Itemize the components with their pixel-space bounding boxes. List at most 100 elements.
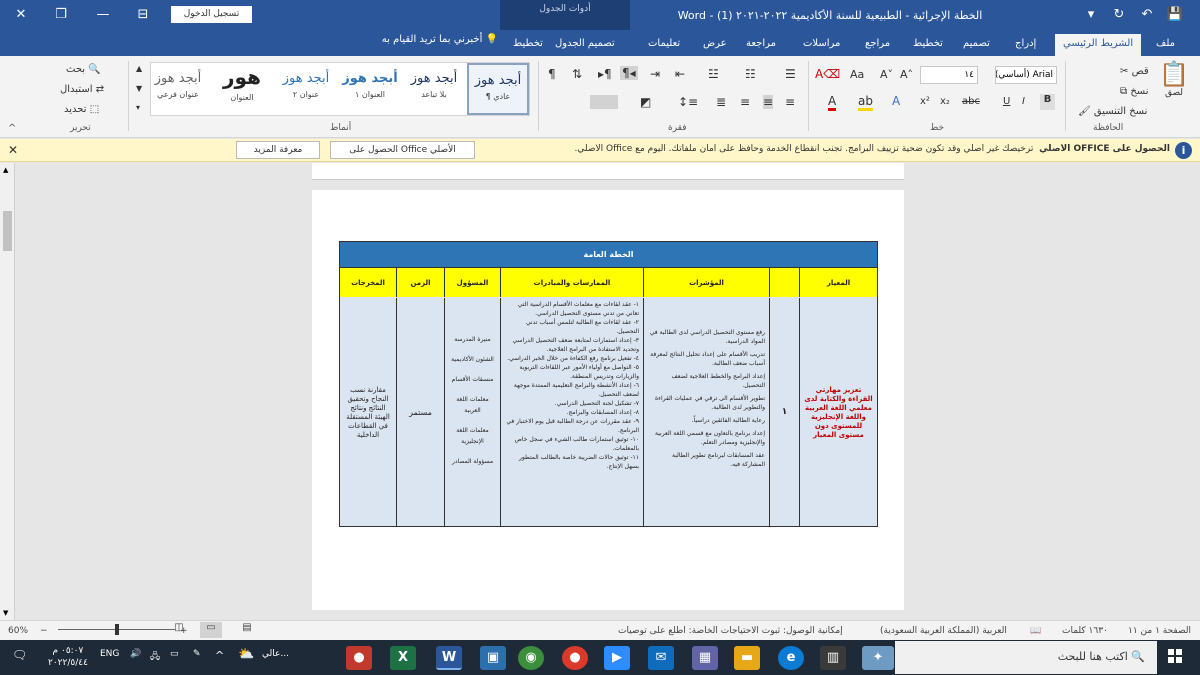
speaker-icon[interactable]: 🔊 (130, 649, 141, 659)
customize-qat-icon[interactable]: ▾ (1080, 5, 1102, 25)
tab-table-design[interactable]: تصميم الجدول (547, 34, 623, 56)
copy-button[interactable]: ⧉ نسخ (1120, 86, 1149, 97)
borders-icon[interactable] (590, 95, 618, 109)
zoom-app-icon[interactable]: ▶ (604, 646, 630, 670)
change-case-icon[interactable]: Aa (850, 68, 864, 81)
tab-file[interactable]: ملف (1148, 34, 1183, 56)
align-left-icon[interactable]: ≡ (785, 95, 795, 109)
ribbon-display-options-icon[interactable]: ⊟ (132, 5, 154, 25)
ltr-direction-icon[interactable]: ▸¶ (598, 67, 612, 81)
shading-icon[interactable]: ◩ (640, 95, 651, 109)
scroll-up-icon[interactable]: ▲ (3, 166, 8, 174)
read-mode-icon[interactable]: ▤ (236, 622, 258, 638)
task-view-icon[interactable]: ▥ (820, 646, 846, 670)
windows-start-icon[interactable] (1162, 645, 1188, 671)
font-name-select[interactable]: Arial (أساسي) (995, 66, 1057, 84)
taskbar-search-box[interactable]: 🔍 اكتب هنا للبحث (895, 641, 1157, 674)
close-icon[interactable]: ✕ (10, 5, 32, 25)
mail-icon[interactable]: ✉ (648, 646, 674, 670)
print-layout-icon[interactable]: ▭ (200, 622, 222, 638)
photos-icon[interactable]: ▣ (480, 646, 506, 670)
clear-formatting-icon[interactable]: A⌫ (815, 67, 840, 81)
tell-me-box[interactable]: 💡 أخبرني بما تريد القيام به (358, 34, 498, 45)
paste-button[interactable]: 📋 لصق (1157, 60, 1191, 116)
scroll-down-icon[interactable]: ▼ (3, 609, 8, 617)
tab-review[interactable]: مراجعة (738, 34, 784, 56)
select-button[interactable]: تحديد ⬚ (64, 104, 99, 115)
close-icon[interactable]: ✕ (8, 143, 18, 157)
tab-table-layout[interactable]: تخطيط (505, 34, 551, 56)
decrease-indent-icon[interactable]: ⇤ (675, 67, 685, 81)
proofing-icon[interactable]: 📖 (1030, 626, 1041, 636)
tab-view[interactable]: عرض (695, 34, 735, 56)
style-normal[interactable]: أبجد هوز ¶ عادي (467, 63, 529, 115)
tab-home[interactable]: الشريط الرئيسي (1055, 34, 1142, 56)
underline-button[interactable]: U (1003, 96, 1010, 107)
tab-design[interactable]: تصميم (955, 34, 998, 56)
cut-button[interactable]: ✂ قص (1120, 66, 1149, 77)
zoom-slider-thumb[interactable] (115, 624, 119, 635)
store-icon[interactable]: ▦ (692, 646, 718, 670)
tab-references[interactable]: مراجع (857, 34, 898, 56)
save-icon[interactable]: 💾 (1164, 5, 1186, 25)
zoom-out-icon[interactable]: − (40, 626, 48, 636)
font-color-icon[interactable]: A (828, 94, 837, 111)
tab-help[interactable]: تعليمات (640, 34, 688, 56)
undo-icon[interactable]: ↶ (1136, 5, 1158, 25)
collapse-ribbon-icon[interactable]: ^ (8, 123, 16, 134)
style-no-spacing[interactable]: أبجد هوز بلا تباعد (403, 63, 465, 115)
zoom-level[interactable]: 60% (8, 626, 28, 636)
tab-mailings[interactable]: مراسلات (795, 34, 848, 56)
highlight-icon[interactable]: ab (858, 94, 873, 111)
minimize-icon[interactable]: — (92, 5, 114, 25)
battery-icon[interactable]: ▭ (170, 649, 179, 659)
strikethrough-button[interactable]: abc (962, 96, 980, 107)
find-button[interactable]: بحث 🔍 (66, 64, 101, 75)
superscript-button[interactable]: x² (920, 96, 930, 107)
line-spacing-icon[interactable]: ↕≡ (678, 95, 698, 109)
accessibility-status[interactable]: إمكانية الوصول: ثبوت الاحتياجات الخاصة: … (618, 626, 843, 636)
weather-text[interactable]: عالي... (262, 649, 289, 659)
excel-icon[interactable]: X (390, 646, 416, 670)
gallery-scroll-down-icon[interactable]: ▼ (136, 84, 142, 93)
sort-icon[interactable]: ⇅ (572, 67, 582, 81)
style-title[interactable]: هور العنوان (211, 63, 273, 115)
pen-icon[interactable]: ✎ (193, 649, 201, 659)
app-icon-6[interactable]: ● (562, 646, 588, 670)
show-hidden-icons[interactable]: ^ (215, 649, 224, 662)
edge-icon[interactable]: e (778, 646, 804, 670)
increase-indent-icon[interactable]: ⇥ (650, 67, 660, 81)
bullets-icon[interactable]: ☰ (785, 67, 796, 81)
network-icon[interactable]: 🖧 (150, 649, 160, 665)
gallery-scroll-up-icon[interactable]: ▲ (136, 64, 142, 73)
text-effects-icon[interactable]: A (892, 94, 900, 108)
align-right-icon[interactable]: ≡ (740, 95, 750, 109)
italic-button[interactable]: I (1022, 96, 1025, 107)
font-size-select[interactable]: ١٤ (920, 66, 978, 84)
file-explorer-icon[interactable]: ▬ (734, 646, 760, 670)
grow-font-icon[interactable]: A˄ (900, 68, 913, 81)
rtl-direction-icon[interactable]: ¶◂ (620, 66, 638, 80)
language-status[interactable]: العربية (المملكة العربية السعودية) (880, 626, 1007, 636)
bold-button[interactable]: B (1040, 94, 1055, 110)
style-heading2[interactable]: أبجد هوز عنوان ٢ (275, 63, 337, 115)
web-layout-icon[interactable]: ◫ (168, 622, 190, 638)
show-marks-icon[interactable]: ¶ (548, 67, 556, 81)
page-count[interactable]: الصفحة ١ من ١١ (1128, 626, 1191, 636)
redo-icon[interactable]: ↻ (1108, 5, 1130, 25)
chrome-icon[interactable]: ◉ (518, 646, 544, 670)
tab-layout[interactable]: تخطيط (905, 34, 951, 56)
style-subtitle[interactable]: أبجد هوز عنوان فرعي (147, 63, 209, 115)
get-genuine-office-button[interactable]: الحصول على Office الأصلي (330, 141, 475, 159)
clock[interactable]: ٠٥:٠٧ م ٢٠٢٢/٥/٤٤ (48, 645, 88, 669)
format-painter-button[interactable]: 🖌 نسخ التنسيق (1078, 106, 1147, 117)
scrollbar-thumb[interactable] (3, 211, 12, 251)
subscript-button[interactable]: x₂ (940, 96, 950, 107)
shrink-font-icon[interactable]: A˅ (880, 68, 893, 81)
numbering-icon[interactable]: ☷ (745, 67, 756, 81)
word-icon[interactable]: W (436, 646, 462, 670)
replace-button[interactable]: استبدال ⇄ (60, 84, 104, 95)
style-heading1[interactable]: أبجد هوز العنوان ١ (339, 63, 401, 115)
restore-icon[interactable]: ❐ (50, 5, 72, 25)
tab-insert[interactable]: إدراج (1007, 34, 1044, 56)
